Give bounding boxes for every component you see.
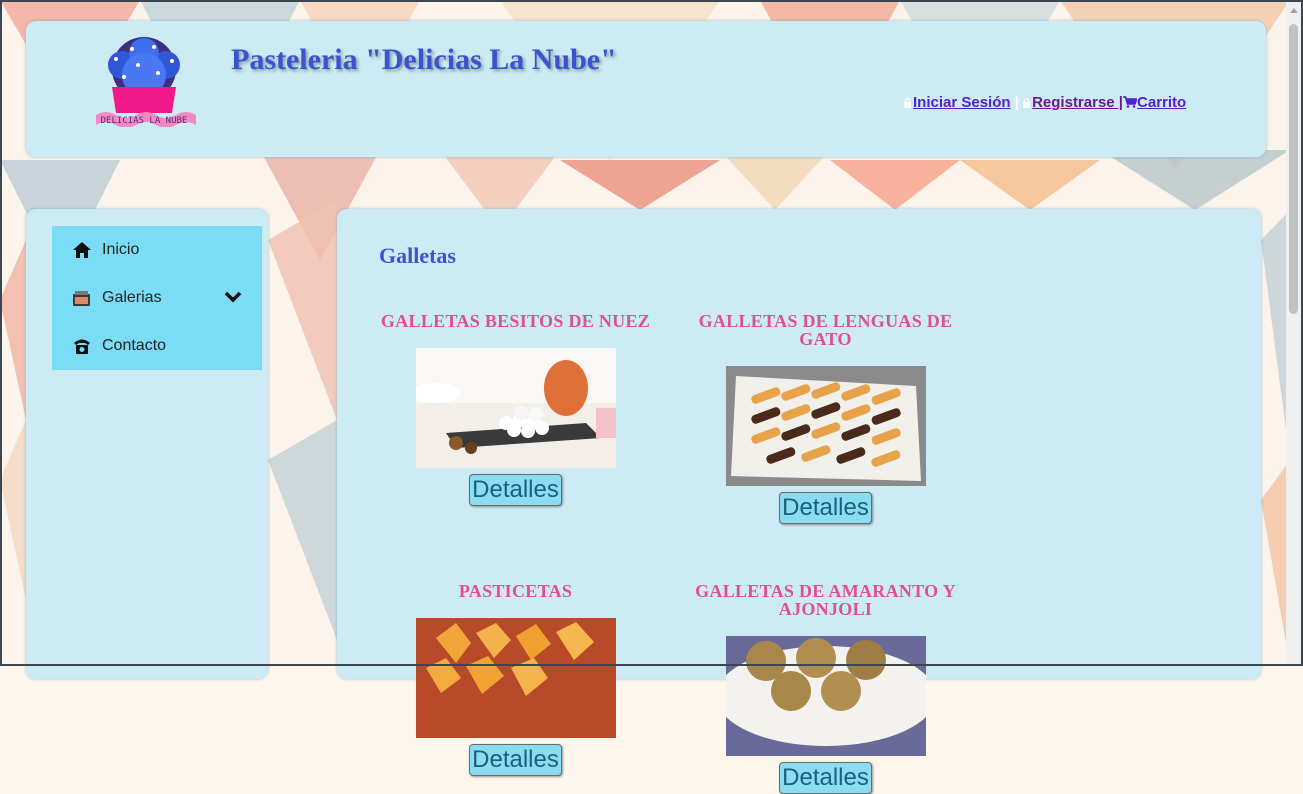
product-name: PASTICETAS bbox=[458, 581, 573, 601]
details-button[interactable]: Detalles bbox=[469, 474, 562, 506]
product-image bbox=[415, 348, 616, 468]
product-image bbox=[415, 618, 616, 738]
link-separator: | bbox=[1014, 94, 1019, 111]
scroll-up-arrow-icon[interactable] bbox=[1290, 8, 1298, 13]
vertical-scrollbar[interactable] bbox=[1286, 2, 1301, 664]
scrollbar-thumb[interactable] bbox=[1289, 24, 1298, 314]
cart-link[interactable]: Carrito bbox=[1137, 94, 1186, 111]
details-button[interactable]: Detalles bbox=[779, 492, 872, 524]
product-name: GALLETAS DE AMARANTO Y AJONJOLI bbox=[695, 581, 956, 619]
home-icon bbox=[72, 240, 92, 260]
login-link[interactable]: Iniciar Sesión bbox=[913, 94, 1011, 111]
sidebar-item-contacto[interactable]: Contacto bbox=[52, 322, 262, 370]
product-card: GALLETAS DE AMARANTO Y AJONJOLI Detalles bbox=[683, 582, 968, 794]
product-card: GALLETAS BESITOS DE NUEZ Detalles bbox=[373, 312, 658, 506]
product-name: GALLETAS BESITOS DE NUEZ bbox=[380, 311, 651, 331]
details-button[interactable]: Detalles bbox=[469, 744, 562, 776]
sidebar-item-label: Inicio bbox=[102, 241, 140, 258]
sidebar: Inicio Galerias Contacto bbox=[26, 209, 268, 679]
lock-icon bbox=[904, 98, 911, 108]
logo-text: DELICIAS LA NUBE bbox=[101, 116, 188, 126]
lock-icon bbox=[1023, 98, 1031, 108]
sidebar-item-inicio[interactable]: Inicio bbox=[52, 226, 262, 274]
sidebar-menu: Inicio Galerias Contacto bbox=[52, 226, 262, 370]
sidebar-item-label: Contacto bbox=[102, 337, 167, 354]
site-header: DELICIAS LA NUBE Pasteleria "Delicias La… bbox=[26, 21, 1266, 157]
product-card: GALLETAS DE LENGUAS DE GATO Detalles bbox=[683, 312, 968, 524]
section-title: Galletas bbox=[379, 243, 456, 268]
product-image bbox=[725, 636, 926, 756]
site-title: Pasteleria "Delicias La Nube" bbox=[231, 43, 617, 76]
cupcake-logo: DELICIAS LA NUBE bbox=[96, 37, 196, 127]
chevron-down-icon[interactable] bbox=[224, 291, 242, 303]
product-card: PASTICETAS Detalles bbox=[373, 582, 658, 776]
gallery-icon bbox=[72, 288, 92, 308]
cart-icon[interactable] bbox=[1123, 96, 1138, 108]
main-content: Galletas GALLETAS BESITOS DE NUEZ Detall… bbox=[337, 209, 1261, 794]
sidebar-item-label: Galerias bbox=[102, 289, 162, 306]
user-links: Iniciar Sesión | Registrarse | Carrito bbox=[904, 94, 1186, 111]
sidebar-item-galerias[interactable]: Galerias bbox=[52, 274, 262, 322]
details-button[interactable]: Detalles bbox=[779, 762, 872, 794]
product-image bbox=[725, 366, 926, 486]
telephone-icon bbox=[72, 336, 92, 356]
product-name: GALLETAS DE LENGUAS DE GATO bbox=[698, 311, 953, 349]
register-link[interactable]: Registrarse | bbox=[1032, 94, 1123, 111]
